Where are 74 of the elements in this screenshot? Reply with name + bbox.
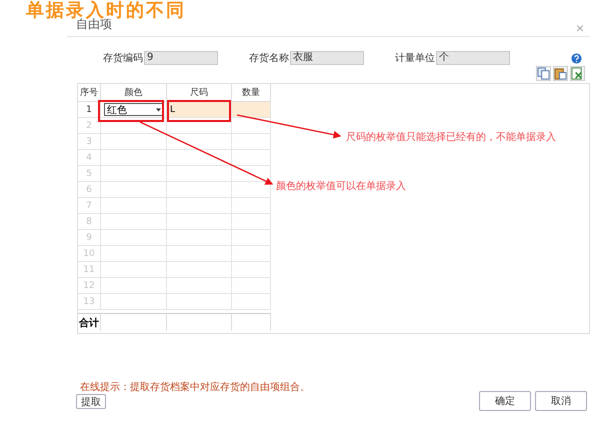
table-cell bbox=[232, 150, 271, 166]
table-cell bbox=[101, 150, 167, 166]
table-cell bbox=[232, 182, 271, 198]
input-field[interactable]: 衣服 bbox=[290, 51, 364, 65]
table-cell bbox=[167, 214, 232, 230]
table-cell bbox=[167, 230, 232, 246]
dropdown-field[interactable]: 红色 bbox=[104, 103, 164, 116]
table-cell bbox=[101, 278, 167, 294]
row-number: 9 bbox=[78, 230, 101, 246]
paste-icon[interactable] bbox=[553, 66, 568, 81]
total-label: 合计 bbox=[78, 314, 101, 331]
extract-button[interactable]: 提取 bbox=[76, 394, 106, 409]
input-field[interactable]: 9 bbox=[144, 51, 218, 65]
table-cell bbox=[232, 294, 271, 310]
help-icon[interactable] bbox=[571, 52, 582, 64]
row-number: 4 bbox=[78, 150, 101, 166]
row-number: 13 bbox=[78, 294, 101, 310]
table-cell bbox=[167, 262, 232, 278]
table-cell bbox=[101, 294, 167, 310]
table-cell bbox=[232, 246, 271, 262]
table-cell bbox=[167, 134, 232, 150]
table-cell bbox=[232, 230, 271, 246]
table-cell bbox=[101, 134, 167, 150]
table-cell bbox=[232, 118, 271, 134]
table-cell bbox=[167, 246, 232, 262]
field-label: 计量单位 bbox=[395, 52, 435, 65]
table-cell bbox=[101, 214, 167, 230]
row-number: 3 bbox=[78, 134, 101, 150]
table-cell bbox=[232, 214, 271, 230]
hint-text: 在线提示：提取存货档案中对应存货的自由项组合。 bbox=[80, 382, 311, 394]
table-cell bbox=[101, 182, 167, 198]
table-cell bbox=[101, 198, 167, 214]
annotation-text: 颜色的枚举值可以在单据录入 bbox=[276, 180, 406, 193]
spreadsheet-icon[interactable] bbox=[570, 66, 585, 81]
caret-icon[interactable] bbox=[156, 108, 161, 112]
table-cell bbox=[101, 262, 167, 278]
copy-icon[interactable] bbox=[536, 66, 551, 81]
row-number: 12 bbox=[78, 278, 101, 294]
table-cell bbox=[232, 278, 271, 294]
highlight-box bbox=[98, 100, 164, 122]
cancel-button[interactable]: 取消 bbox=[535, 391, 587, 411]
table-cell bbox=[101, 246, 167, 262]
row-number: 7 bbox=[78, 198, 101, 214]
table-cell bbox=[167, 278, 232, 294]
highlight-box bbox=[167, 100, 231, 122]
table-cell bbox=[232, 166, 271, 182]
row-number: 6 bbox=[78, 182, 101, 198]
column-header: 颜色 bbox=[101, 84, 167, 102]
input-field[interactable]: 个 bbox=[436, 51, 510, 65]
row-number: 2 bbox=[78, 118, 101, 134]
table-cell bbox=[167, 166, 232, 182]
table-cell bbox=[167, 118, 232, 134]
table-cell bbox=[232, 198, 271, 214]
annotation-text: 尺码的枚举值只能选择已经有的，不能单据录入 bbox=[346, 130, 556, 144]
table-cell bbox=[101, 166, 167, 182]
table-cell bbox=[232, 134, 271, 150]
table-cell: L bbox=[167, 102, 232, 118]
dropdown-value: 红色 bbox=[107, 104, 127, 116]
table-cell bbox=[167, 182, 232, 198]
table-cell bbox=[232, 262, 271, 278]
row-number: 5 bbox=[78, 166, 101, 182]
table-cell bbox=[167, 150, 232, 166]
row-number: 10 bbox=[78, 246, 101, 262]
field-label: 存货名称 bbox=[249, 52, 289, 65]
ok-button[interactable]: 确定 bbox=[479, 391, 531, 411]
row-number: 8 bbox=[78, 214, 101, 230]
column-header: 序号 bbox=[78, 84, 101, 102]
row-number: 1 bbox=[78, 102, 101, 118]
table-cell bbox=[101, 230, 167, 246]
field-label: 存货编码 bbox=[103, 52, 143, 65]
row-number: 11 bbox=[78, 262, 101, 278]
table-cell bbox=[167, 294, 232, 310]
table-cell bbox=[232, 102, 271, 118]
table-cell bbox=[167, 198, 232, 214]
